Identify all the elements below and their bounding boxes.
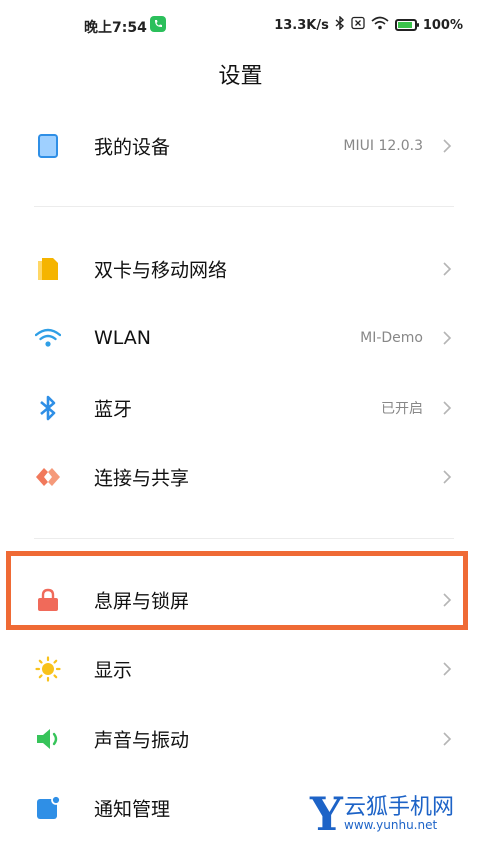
speaker-icon — [35, 726, 61, 752]
settings-item-bluetooth[interactable]: 蓝牙 已开启 — [0, 377, 481, 439]
watermark-name: 云狐手机网 — [344, 795, 455, 820]
chevron-right-icon — [443, 139, 452, 153]
watermark-logo: Y 云狐手机网 www.yunhu.net — [310, 785, 481, 849]
settings-item-label: 通知管理 — [94, 798, 171, 821]
settings-item-label: 双卡与移动网络 — [94, 259, 228, 282]
settings-item-label: 声音与振动 — [94, 729, 190, 752]
settings-item-label: 蓝牙 — [94, 398, 133, 421]
watermark-letter: Y — [310, 787, 343, 841]
sim-disabled-icon — [351, 16, 365, 34]
bluetooth-icon — [35, 395, 61, 421]
settings-item-sound[interactable]: 声音与振动 — [0, 708, 481, 770]
settings-item-value: MI-Demo — [360, 330, 423, 346]
settings-item-value: MIUI 12.0.3 — [343, 138, 423, 154]
chevron-right-icon — [443, 401, 452, 415]
settings-item-label: 连接与共享 — [94, 467, 190, 490]
status-time: 晚上7:54 — [84, 20, 147, 36]
chevron-right-icon — [443, 331, 452, 345]
bluetooth-icon — [335, 15, 345, 34]
status-bar: 晚上7:54 13.3K/s 100% — [0, 0, 481, 50]
sun-icon — [35, 656, 61, 682]
settings-item-label: WLAN — [94, 327, 152, 349]
wifi-icon — [371, 16, 389, 34]
page-title: 设置 — [218, 64, 263, 89]
settings-item-display[interactable]: 显示 — [0, 638, 481, 700]
phone-call-icon — [150, 16, 166, 32]
chevron-right-icon — [443, 262, 452, 276]
settings-item-value: 已开启 — [381, 401, 423, 417]
network-speed: 13.3K/s — [274, 17, 329, 33]
group-divider — [34, 538, 454, 539]
settings-item-label: 显示 — [94, 659, 133, 682]
watermark-url: www.yunhu.net — [344, 818, 438, 832]
sim-card-icon — [35, 256, 61, 282]
settings-item-connection-share[interactable]: 连接与共享 — [0, 446, 481, 508]
chevron-right-icon — [443, 732, 452, 746]
group-divider — [34, 206, 454, 207]
settings-item-label: 我的设备 — [94, 136, 171, 159]
wifi-icon — [35, 325, 61, 351]
battery-percent: 100% — [422, 17, 463, 33]
chevron-right-icon — [443, 470, 452, 484]
device-icon — [35, 133, 61, 159]
chevron-right-icon — [443, 662, 452, 676]
highlight-box — [6, 551, 468, 630]
settings-item-my-device[interactable]: 我的设备 MIUI 12.0.3 — [0, 115, 481, 177]
notification-icon — [35, 795, 61, 821]
battery-icon — [394, 19, 419, 31]
settings-item-wlan[interactable]: WLAN MI-Demo — [0, 307, 481, 369]
settings-item-dual-sim[interactable]: 双卡与移动网络 — [0, 238, 481, 300]
connection-share-icon — [35, 464, 61, 490]
